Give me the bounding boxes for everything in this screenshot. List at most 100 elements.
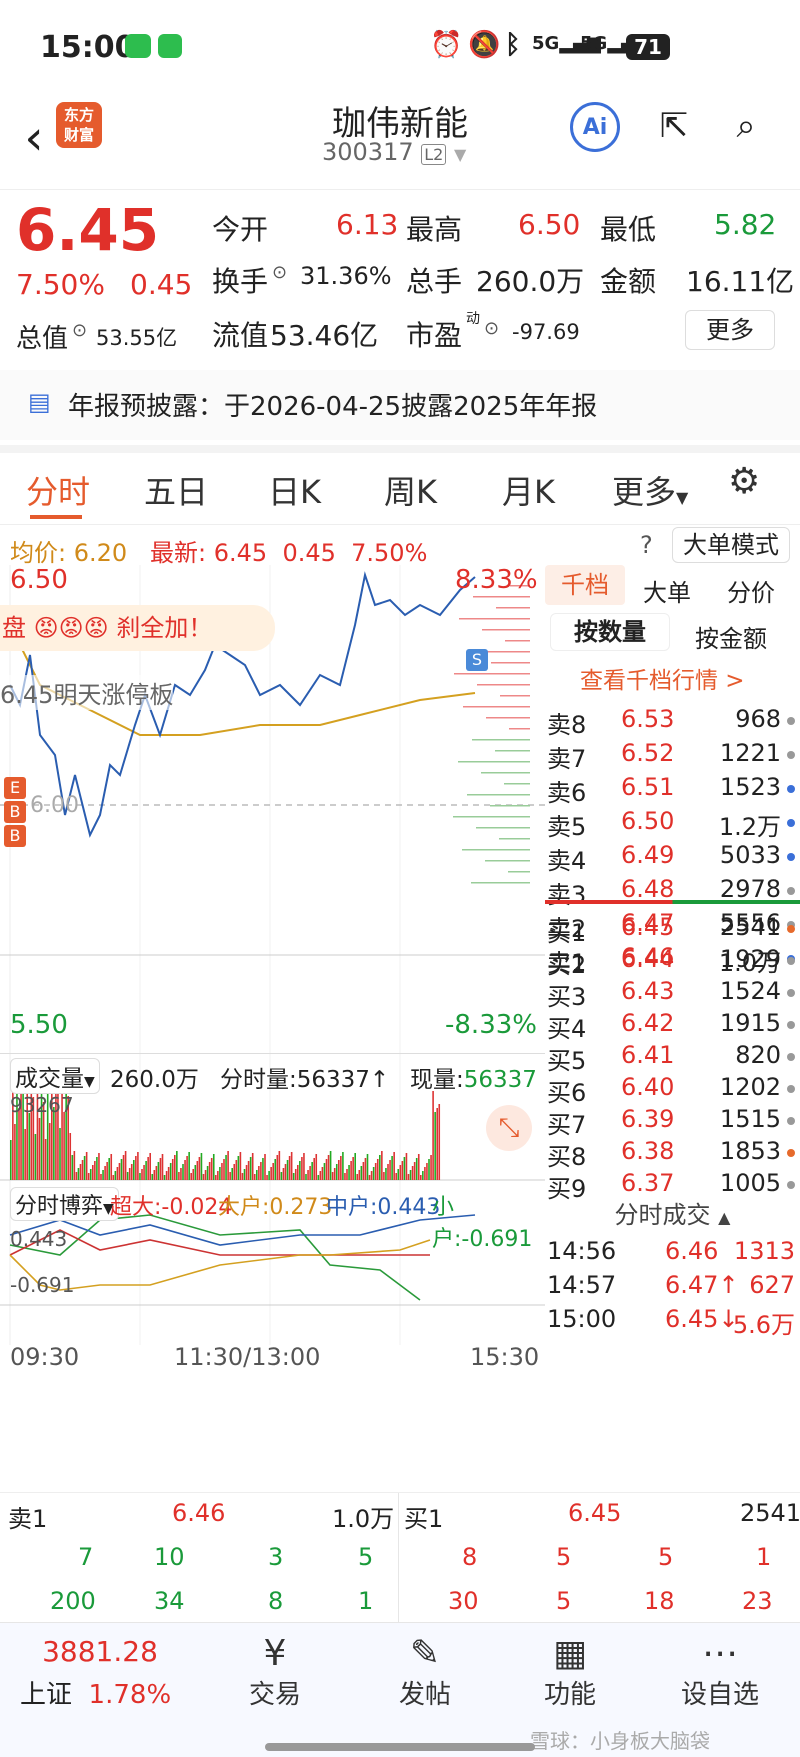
tab-5day[interactable]: 五日: [144, 467, 208, 513]
volume-bar: [87, 1173, 90, 1180]
trade-icon: ¥: [263, 1633, 287, 1674]
notice-bar[interactable]: ▤ 年报预披露：于2026-04-25披露2025年年报: [0, 370, 800, 440]
ask-row[interactable]: 卖6 6.51 1523: [545, 773, 795, 808]
tab-daily[interactable]: 日K: [268, 467, 321, 513]
ask-row[interactable]: 卖5 6.50 1.2万: [545, 807, 795, 842]
volume-bar: [397, 1169, 400, 1180]
tab-level-book[interactable]: 千档: [545, 565, 625, 605]
order-cell: 7: [78, 1543, 94, 1571]
settings-icon[interactable]: ⚙: [728, 461, 760, 502]
search-icon[interactable]: ⌕: [722, 102, 770, 150]
level-price: 6.41: [621, 1041, 675, 1069]
volume-bar: [137, 1152, 139, 1180]
tab-intraday[interactable]: 分时: [26, 467, 90, 513]
nav-functions[interactable]: ▦ 功能: [510, 1633, 630, 1711]
volume-bar: [114, 1171, 117, 1180]
ask-row[interactable]: 卖4 6.49 5033: [545, 841, 795, 876]
intraday-chart[interactable]: 6.50 8.33% 盘 😡😡😡 刹全加！ 6.45明天涨停板 S E B B …: [0, 565, 545, 1490]
volume-bar: [251, 1153, 254, 1180]
volume-value: 260.0万: [476, 265, 585, 298]
order-cell: 30: [448, 1587, 479, 1615]
buy-marker[interactable]: B: [4, 825, 26, 847]
big-order-mode-button[interactable]: 大单模式: [672, 527, 790, 563]
index-widget[interactable]: 3881.28 上证 1.78%: [20, 1635, 180, 1711]
bid-row[interactable]: 买1 6.45 2541: [545, 913, 795, 948]
sell-marker[interactable]: S: [466, 649, 488, 671]
view-full-book-link[interactable]: 查看千档行情 >: [580, 661, 745, 695]
volume-bar: [116, 1167, 119, 1180]
game-selector[interactable]: 分时博弈▼: [10, 1187, 119, 1221]
order-cell: 8: [462, 1543, 478, 1571]
order-cell: 18: [644, 1587, 675, 1615]
volume-bar: [208, 1162, 211, 1180]
by-amount-tab[interactable]: 按金额: [695, 619, 767, 654]
level-price: 6.50: [621, 807, 675, 835]
ask-row[interactable]: 卖3 6.48 2978: [545, 875, 795, 910]
stock-code-row[interactable]: 300317 L2 ▼: [322, 138, 466, 166]
bid-row[interactable]: 买3 6.43 1524: [545, 977, 795, 1012]
info-icon[interactable]: ⊙: [72, 320, 87, 341]
level-label: 买2: [547, 951, 587, 979]
level-label: 买8: [547, 1143, 587, 1171]
volume-bar: [348, 1165, 350, 1180]
volume-bar: [309, 1166, 311, 1180]
super-large: 超大:-0.024: [110, 1195, 233, 1220]
buy-marker[interactable]: B: [4, 801, 26, 823]
volume-bar: [432, 1091, 434, 1180]
volume-bar: [85, 1152, 88, 1180]
tab-big-orders[interactable]: 大单: [643, 573, 691, 608]
bid-row[interactable]: 买7 6.39 1515: [545, 1105, 795, 1140]
bottom-quote-rows: 卖1 6.46 1.0万 买1 6.45 2541 7 10 3 5 8 5 5 1 200 3…: [0, 1492, 800, 1623]
battery-icon: 71: [626, 34, 670, 60]
bottom-price-label: 5.50: [10, 1010, 68, 1040]
bid-row[interactable]: 买2 6.44 1929: [545, 945, 795, 980]
trades-title[interactable]: 分时成交 ▲: [545, 1195, 800, 1230]
current-volume: 现量:56337: [410, 1067, 537, 1093]
bid-row[interactable]: 买5 6.41 820: [545, 1041, 795, 1076]
tab-weekly[interactable]: 周K: [384, 467, 437, 513]
e-marker[interactable]: E: [4, 777, 26, 799]
volume-bar: [360, 1166, 363, 1180]
volume-bar: [323, 1163, 326, 1180]
tab-price-dist[interactable]: 分价: [727, 573, 775, 608]
depth-bar: [453, 816, 530, 818]
document-icon: ▤: [28, 388, 51, 416]
volume-bar: [135, 1156, 137, 1180]
volume-bar: [315, 1154, 318, 1180]
info-icon[interactable]: ⊙: [484, 318, 499, 339]
nav-trade[interactable]: ¥ 交易: [215, 1633, 335, 1711]
volume-bar: [424, 1167, 426, 1180]
volume-bar: [221, 1163, 223, 1180]
volume-bar: [149, 1153, 151, 1180]
volume-bar: [153, 1170, 156, 1180]
volume-bar: [294, 1169, 297, 1180]
trade-price: 6.46: [665, 1237, 719, 1265]
help-icon[interactable]: ?: [640, 531, 653, 559]
expand-icon[interactable]: ⤡: [486, 1105, 532, 1151]
volume-bar: [438, 1104, 441, 1180]
volume-bar: [217, 1171, 219, 1180]
promo-tag[interactable]: 6.45明天涨停板: [0, 675, 174, 710]
volume-bar: [223, 1159, 225, 1180]
tab-more[interactable]: 更多▼: [612, 467, 688, 513]
bid-row[interactable]: 买4 6.42 1915: [545, 1009, 795, 1044]
nav-post[interactable]: ✎ 发帖: [365, 1633, 485, 1711]
volume-bar: [292, 1173, 295, 1180]
info-icon[interactable]: ⊙: [272, 262, 287, 283]
ask-row[interactable]: 卖7 6.52 1221: [545, 739, 795, 774]
volume-bar: [34, 1134, 37, 1180]
chart-tabs: 分时 五日 日K 周K 月K 更多▼ ⚙: [0, 445, 800, 525]
bid-row[interactable]: 买6 6.40 1202: [545, 1073, 795, 1108]
by-quantity-tab[interactable]: 按数量: [550, 613, 670, 651]
last-price: 6.45: [16, 196, 160, 264]
ask-row[interactable]: 卖8 6.53 968: [545, 705, 795, 740]
alarm-icon: ⏰: [430, 30, 463, 60]
home-indicator[interactable]: [265, 1743, 535, 1751]
bid-row[interactable]: 买8 6.38 1853: [545, 1137, 795, 1172]
more-button[interactable]: 更多: [685, 310, 775, 350]
share-icon[interactable]: ⇱: [650, 102, 698, 150]
tab-monthly[interactable]: 月K: [502, 467, 555, 513]
nav-watchlist[interactable]: ⋯ 设自选: [660, 1633, 780, 1711]
ai-assistant-icon[interactable]: Ai: [570, 102, 620, 152]
volume-selector[interactable]: 成交量▼: [10, 1058, 100, 1094]
